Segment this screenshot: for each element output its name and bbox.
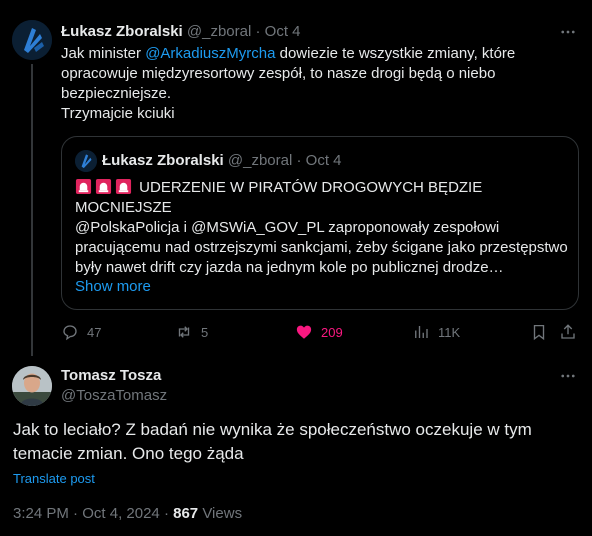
tweet-date[interactable]: Oct 4 — [265, 23, 301, 40]
mention-link[interactable]: @ArkadiuszMyrcha — [145, 45, 275, 62]
more-icon[interactable] — [558, 22, 578, 42]
reply-meta: 3:24 PM · Oct 4, 2024 · 867 Views — [13, 505, 242, 522]
tweet-header: Łukasz Zboralski @_zboral · Oct 4 — [61, 23, 301, 40]
siren-icon — [115, 178, 132, 195]
author-handle[interactable]: @_zboral — [187, 23, 251, 40]
reply-date[interactable]: Oct 4, 2024 — [82, 505, 160, 522]
show-more-link[interactable]: Show more — [75, 278, 151, 295]
text-prefix: Jak minister — [61, 45, 146, 62]
repost-icon — [178, 326, 190, 338]
separator-dot: · — [73, 505, 79, 522]
reply-icon — [63, 325, 77, 341]
like-button[interactable]: 209 — [295, 320, 343, 344]
views-button[interactable]: 11K — [412, 320, 460, 344]
like-icon — [296, 325, 312, 339]
bookmark-icon — [533, 324, 545, 341]
bookmark-button[interactable] — [530, 320, 556, 344]
siren-icon — [75, 178, 92, 195]
quote-title-text: UDERZENIE W PIRATÓW DROGOWYCH BĘDZIE MOC… — [75, 179, 483, 216]
reply-tweet[interactable]: Tomasz Tosza @ToszaTomasz Jak to leciało… — [0, 352, 592, 536]
separator-dot: · — [255, 23, 261, 40]
reply-views-label: Views — [202, 505, 243, 522]
quote-author-name: Łukasz Zboralski — [102, 152, 224, 169]
views-icon — [415, 326, 428, 338]
quote-avatar — [75, 150, 97, 172]
like-count: 209 — [321, 324, 343, 340]
reply-time[interactable]: 3:24 PM — [13, 505, 69, 522]
reply-count: 47 — [87, 324, 102, 340]
author-name[interactable]: Łukasz Zboralski — [61, 23, 183, 40]
action-bar: 47 5 209 11K — [61, 320, 581, 344]
share-icon — [561, 324, 575, 339]
quote-date: Oct 4 — [305, 152, 342, 169]
reply-author-name[interactable]: Tomasz Tosza — [61, 367, 161, 384]
parent-tweet[interactable]: Łukasz Zboralski @_zboral · Oct 4 Jak mi… — [0, 0, 592, 356]
separator-dot: · — [163, 505, 169, 522]
reply-views-count: 867 — [173, 505, 199, 522]
tweet-text: Jak minister @ArkadiuszMyrcha dowiezie t… — [61, 44, 531, 124]
repost-count: 5 — [201, 324, 209, 340]
avatar[interactable] — [12, 20, 52, 60]
quote-body: @PolskaPolicja i @MSWiA_GOV_PL zapropono… — [75, 219, 568, 276]
quote-author-handle: @_zboral — [227, 152, 293, 169]
share-button[interactable] — [559, 320, 585, 344]
quote-title: UDERZENIE W PIRATÓW DROGOWYCH BĘDZIE MOC… — [75, 178, 545, 218]
repost-button[interactable]: 5 — [175, 320, 208, 344]
views-count: 11K — [438, 324, 461, 340]
more-icon[interactable] — [558, 366, 578, 386]
siren-icon — [95, 178, 112, 195]
reply-author-handle[interactable]: @ToszaTomasz — [61, 387, 167, 404]
translate-post-link[interactable]: Translate post — [13, 471, 95, 486]
quoted-tweet[interactable]: Łukasz Zboralski @_zboral · Oct 4 UDERZE… — [61, 136, 579, 310]
reply-avatar[interactable] — [12, 366, 52, 406]
thread-line — [31, 64, 33, 356]
quote-separator-dot: · — [296, 152, 302, 169]
text-line2: Trzymajcie kciuki — [61, 105, 175, 122]
reply-button[interactable]: 47 — [61, 320, 101, 344]
reply-text: Jak to leciało? Z badań nie wynika że sp… — [13, 420, 532, 463]
quote-header: Łukasz Zboralski @_zboral · Oct 4 — [102, 152, 342, 169]
